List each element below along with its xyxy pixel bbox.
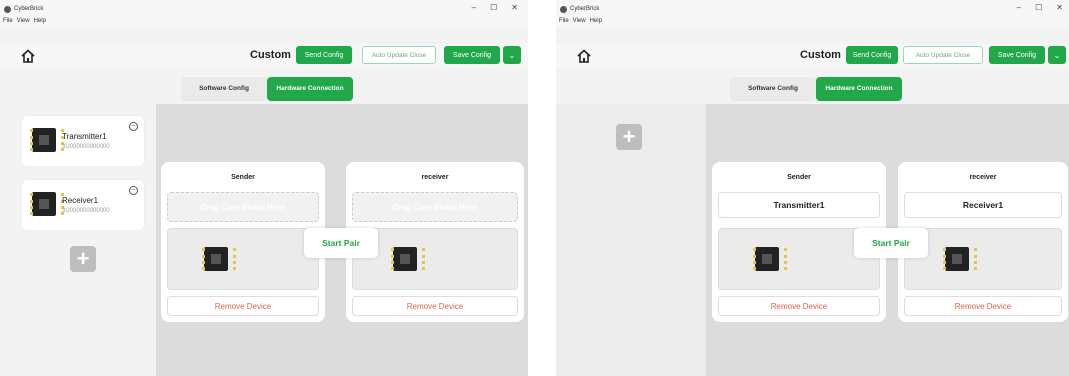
assigned-device-name: Receiver1: [904, 192, 1062, 218]
add-device-button[interactable]: +: [70, 246, 96, 272]
remove-device-button[interactable]: Remove Device: [352, 296, 518, 316]
save-config-button[interactable]: Save Config: [989, 46, 1045, 64]
minimize-icon[interactable]: –: [472, 3, 476, 12]
device-sidebar: +: [556, 104, 706, 376]
app-window-after-pairing: CyberBrick – ☐ ✕ File View Help Custom S…: [556, 0, 1069, 376]
window-controls: – ☐ ✕: [1017, 3, 1063, 12]
window-controls: – ☐ ✕: [472, 3, 518, 12]
maximize-icon[interactable]: ☐: [490, 3, 497, 12]
remove-device-button[interactable]: Remove Device: [904, 296, 1062, 316]
tab-hardware-connection[interactable]: Hardware Connection: [816, 77, 902, 101]
title-bar: CyberBrick: [556, 0, 1069, 18]
menu-file[interactable]: File: [3, 18, 13, 27]
title-bar: CyberBrick: [0, 0, 528, 18]
toolbar: Custom Send Config Auto Update Close Sav…: [0, 44, 528, 68]
menu-help[interactable]: Help: [34, 18, 46, 27]
send-config-button[interactable]: Send Config: [846, 46, 898, 64]
app-title: CyberBrick: [570, 6, 600, 12]
core-board-icon: [30, 192, 64, 216]
menu-view[interactable]: View: [573, 18, 586, 27]
toolbar: Custom Send Config Auto Update Close Sav…: [556, 44, 1069, 68]
remove-device-icon[interactable]: –: [129, 186, 138, 195]
view-tabs: Software Config Hardware Connection: [181, 77, 353, 101]
menu-help[interactable]: Help: [590, 18, 602, 27]
auto-update-close-button[interactable]: Auto Update Close: [362, 46, 436, 64]
core-board-drop-zone[interactable]: Drag Core Board Here: [352, 192, 518, 222]
assigned-device-name: Transmitter1: [718, 192, 880, 218]
core-board-icon: [753, 247, 787, 271]
menu-view[interactable]: View: [17, 18, 30, 27]
start-pair-button[interactable]: Start Pair: [304, 228, 378, 258]
tab-software-config[interactable]: Software Config: [181, 77, 267, 101]
app-logo-icon: [4, 5, 11, 13]
screenshot-canvas: CyberBrick – ☐ ✕ File View Help Custom S…: [0, 0, 1069, 376]
panel-title: Sender: [231, 174, 255, 181]
device-sidebar: Transmitter1 3U000000000000 – Receiver1 …: [0, 104, 156, 376]
menu-file[interactable]: File: [559, 18, 569, 27]
menu-bar: File View Help: [0, 18, 528, 27]
core-board-drop-zone[interactable]: Drag Core Board Here: [167, 192, 319, 222]
auto-update-close-button[interactable]: Auto Update Close: [903, 46, 983, 64]
home-icon[interactable]: [576, 48, 592, 64]
sender-panel: Sender Drag Core Board Here Remove Devic…: [161, 162, 325, 322]
core-board-icon: [30, 128, 64, 152]
app-logo-icon: [560, 5, 567, 13]
app-title: CyberBrick: [14, 6, 44, 12]
minimize-icon[interactable]: –: [1017, 3, 1021, 12]
app-window-before-pairing: CyberBrick – ☐ ✕ File View Help Custom S…: [0, 0, 528, 376]
save-config-button[interactable]: Save Config: [444, 46, 500, 64]
view-tabs: Software Config Hardware Connection: [730, 77, 902, 101]
device-name: Transmitter1: [62, 132, 107, 141]
workspace: + Sender Transmitter1 Remove Device rece…: [556, 104, 1069, 376]
save-dropdown-chevron-icon[interactable]: ⌄: [1048, 46, 1066, 64]
send-config-button[interactable]: Send Config: [296, 46, 352, 64]
device-preview: [167, 228, 319, 290]
tab-hardware-connection[interactable]: Hardware Connection: [267, 77, 353, 101]
home-icon[interactable]: [20, 48, 36, 64]
start-pair-button[interactable]: Start Pair: [854, 228, 928, 258]
menu-bar: File View Help: [556, 18, 1069, 27]
panel-title: Sender: [787, 174, 811, 181]
tab-software-config[interactable]: Software Config: [730, 77, 816, 101]
close-icon[interactable]: ✕: [511, 3, 518, 12]
device-card-receiver[interactable]: Receiver1 3U000000000000 –: [22, 180, 144, 230]
core-board-icon: [202, 247, 236, 271]
core-board-icon: [391, 247, 425, 271]
mode-title: Custom: [250, 49, 291, 61]
mode-title: Custom: [800, 49, 841, 61]
add-device-button[interactable]: +: [616, 124, 642, 150]
device-card-transmitter[interactable]: Transmitter1 3U000000000000 –: [22, 116, 144, 166]
close-icon[interactable]: ✕: [1056, 3, 1063, 12]
remove-device-icon[interactable]: –: [129, 122, 138, 131]
device-id: 3U000000000000: [62, 208, 110, 214]
maximize-icon[interactable]: ☐: [1035, 3, 1042, 12]
panel-title: receiver: [969, 174, 997, 181]
workspace: Transmitter1 3U000000000000 – Receiver1 …: [0, 104, 528, 376]
panel-title: receiver: [421, 174, 449, 181]
device-id: 3U000000000000: [62, 144, 110, 150]
core-board-icon: [943, 247, 977, 271]
device-name: Receiver1: [62, 196, 99, 205]
save-dropdown-chevron-icon[interactable]: ⌄: [503, 46, 521, 64]
remove-device-button[interactable]: Remove Device: [718, 296, 880, 316]
remove-device-button[interactable]: Remove Device: [167, 296, 319, 316]
